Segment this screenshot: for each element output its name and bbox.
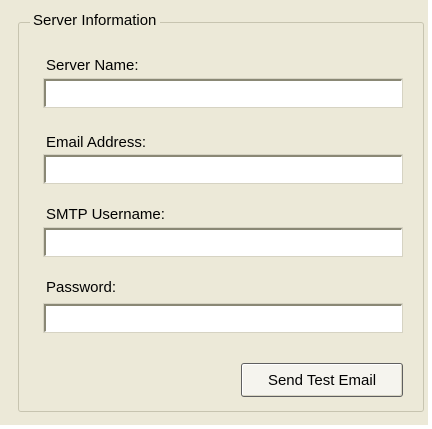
password-label: Password: — [46, 279, 117, 296]
send-test-email-button[interactable]: Send Test Email — [241, 363, 403, 397]
server-information-title: Server Information — [30, 12, 161, 30]
server-settings-panel: Server Information Server Name: Email Ad… — [0, 0, 428, 425]
email-address-label: Email Address: — [46, 134, 147, 151]
email-address-field[interactable] — [44, 155, 402, 183]
password-field[interactable] — [44, 304, 402, 332]
smtp-username-label: SMTP Username: — [46, 206, 165, 223]
server-name-field[interactable] — [44, 79, 402, 107]
smtp-username-field[interactable] — [44, 228, 402, 256]
server-name-label: Server Name: — [46, 57, 139, 74]
